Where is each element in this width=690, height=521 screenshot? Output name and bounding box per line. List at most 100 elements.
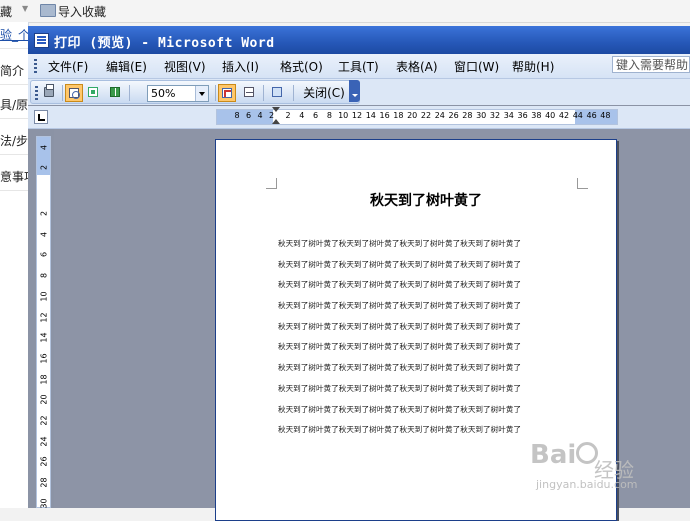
favorites-menu[interactable]: 藏 [0,3,12,20]
ruler-tick-label: 46 [586,111,597,120]
ruler-tick-label: 6 [313,111,319,120]
view-ruler-button[interactable] [218,84,236,102]
hanging-indent-marker[interactable] [272,119,280,124]
one-page-icon [88,87,98,97]
ruler-tick-label: 16 [39,353,49,364]
background-page-item[interactable]: 意事项 [0,164,28,191]
ruler-tick-label: 4 [39,144,49,151]
ruler-tick-label: 4 [39,231,49,237]
zoom-value: 50% [151,87,176,100]
ruler-tick-label: 14 [365,111,376,120]
full-screen-icon [272,87,282,97]
toolbar-options-icon[interactable] [349,80,360,102]
ruler-tick-label: 4 [257,111,263,120]
document-line: 秋天到了树叶黄了秋天到了树叶黄了秋天到了树叶黄了秋天到了树叶黄了 [278,363,521,373]
ruler-tick-label: 2 [39,164,49,171]
ruler-tick-label: 22 [39,415,49,426]
document-line: 秋天到了树叶黄了秋天到了树叶黄了秋天到了树叶黄了秋天到了树叶黄了 [278,404,521,414]
document-line: 秋天到了树叶黄了秋天到了树叶黄了秋天到了树叶黄了秋天到了树叶黄了 [278,259,521,269]
word-app-icon[interactable] [34,33,49,48]
favorites-dropdown-icon[interactable]: ▼ [22,4,28,13]
background-page-item[interactable]: 具/原 [0,92,28,119]
import-favorites-link[interactable]: 导入收藏 [58,3,106,20]
multiple-pages-icon [110,87,120,97]
background-page-item[interactable]: 简介 [0,58,28,85]
full-screen-button[interactable] [269,84,287,102]
ruler-tick-label: 28 [39,477,49,488]
document-line: 秋天到了树叶黄了秋天到了树叶黄了秋天到了树叶黄了秋天到了树叶黄了 [278,321,521,331]
menu-bar: 文件(F) 编辑(E) 视图(V) 插入(I) 格式(O) 工具(T) 表格(A… [28,54,690,79]
ruler-tick-label: 8 [39,273,49,279]
close-preview-button[interactable]: 关闭(C) [299,84,349,102]
document-line: 秋天到了树叶黄了秋天到了树叶黄了秋天到了树叶黄了秋天到了树叶黄了 [278,342,521,352]
print-button[interactable] [41,84,59,102]
folder-icon [40,4,56,17]
chevron-down-icon[interactable] [195,86,208,101]
menu-edit[interactable]: 编辑(E) [106,58,147,75]
ruler-tick-label: 6 [245,111,252,120]
title-bar[interactable]: 打印 (预览) - Microsoft Word [28,26,690,54]
toolbar-grip-icon[interactable] [35,86,38,100]
ruler-tick-label: 26 [448,111,459,120]
first-line-indent-marker[interactable] [272,107,280,112]
ruler-tick-label: 18 [39,374,49,385]
ruler-tick-label: 14 [39,332,49,343]
ruler-tick-label: 2 [39,210,49,217]
shrink-to-fit-button[interactable] [241,84,259,102]
word-window: 打印 (预览) - Microsoft Word 文件(F) 编辑(E) 视图(… [28,26,690,521]
document-title: 秋天到了树叶黄了 [370,193,482,209]
help-search-input[interactable]: 键入需要帮助 [612,56,690,73]
menu-format[interactable]: 格式(O) [280,58,323,75]
crop-mark [266,178,277,189]
ruler-tick-label: 8 [326,111,332,120]
ruler-tick-label: 38 [531,111,542,120]
ruler-tick-label: 10 [338,111,349,120]
ruler-tick-label: 24 [434,111,445,120]
multiple-pages-button[interactable] [107,84,125,102]
shrink-to-fit-icon [244,87,254,97]
ruler-tick-label: 30 [39,498,49,509]
horizontal-ruler-row: 8 6 4 2 2 4 6 8 10 12 14 16 18 20 22 24 26 28 30 32 34 36 38 40… [28,106,690,129]
ruler-tick-label: 42 [558,111,570,120]
ruler-tick-label: 10 [39,291,49,302]
document-line: 秋天到了树叶黄了秋天到了树叶黄了秋天到了树叶黄了秋天到了树叶黄了 [278,425,521,435]
watermark-url: jingyan.baidu.com [536,478,638,491]
ruler-tick-label: 22 [420,111,432,120]
ruler-tick-label: 44 [572,111,583,120]
ruler-tick-label: 32 [489,111,501,120]
menu-insert[interactable]: 插入(I) [222,58,259,75]
ruler-tick-label: 26 [39,456,49,467]
background-page-sidebar: 验_个 简介 具/原 法/步 意事项 [0,22,29,508]
toolbar-separator [129,85,130,101]
zoom-select[interactable]: 50% [147,85,209,102]
document-line: 秋天到了树叶黄了秋天到了树叶黄了秋天到了树叶黄了秋天到了树叶黄了 [278,239,521,248]
ruler-tick-label: 40 [545,111,556,120]
ruler-tick-label: 2 [285,111,291,120]
menu-view[interactable]: 视图(V) [164,58,206,75]
toolbar-separator [293,85,294,101]
magnifier-button[interactable] [65,84,83,102]
tab-selector-icon[interactable] [34,110,48,124]
ruler-icon [222,88,232,98]
toolbar-separator [263,85,264,101]
ruler-tick-label: 36 [517,111,528,120]
background-page-item[interactable]: 验_个 [0,22,28,49]
menu-help[interactable]: 帮助(H) [512,58,554,75]
one-page-button[interactable] [85,84,103,102]
menu-tools[interactable]: 工具(T) [338,58,379,75]
ruler-tick-label: 4 [299,111,305,120]
horizontal-ruler[interactable]: 8 6 4 2 2 4 6 8 10 12 14 16 18 20 22 24 26 28 30 32 34 36 38 40… [216,107,618,125]
document-line: 秋天到了树叶黄了秋天到了树叶黄了秋天到了树叶黄了秋天到了树叶黄了 [278,280,521,290]
menu-file[interactable]: 文件(F) [48,58,88,75]
background-page-item[interactable]: 法/步 [0,128,28,155]
vertical-ruler[interactable]: 4 2 2 4 6 8 10 12 14 16 18 20 22 24 26 28 30 [36,136,51,508]
window-title: 打印 (预览) - Microsoft Word [54,36,275,51]
menu-table[interactable]: 表格(A) [396,58,438,75]
ruler-tick-label: 12 [351,111,363,120]
ruler-tick-label: 34 [503,111,514,120]
ruler-tick-label: 12 [39,311,49,323]
toolbar-grip-icon[interactable] [34,59,37,73]
toolbar-separator [62,85,63,101]
menu-window[interactable]: 窗口(W) [454,58,499,75]
ruler-tick-label: 30 [476,111,487,120]
